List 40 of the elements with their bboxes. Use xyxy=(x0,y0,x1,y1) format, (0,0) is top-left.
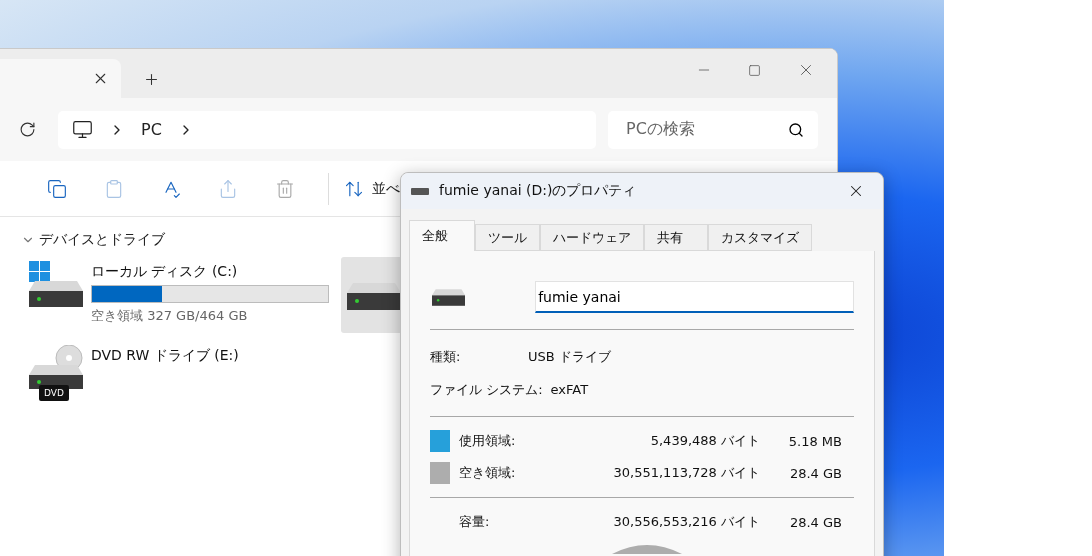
dvd-label: DVD xyxy=(43,387,65,400)
address-bar[interactable]: PC xyxy=(58,110,596,149)
byte-count: 5,439,488 バイト xyxy=(649,432,760,450)
disk-pie-drawing xyxy=(612,544,682,554)
dialog-tab[interactable]: ハードウェア xyxy=(540,224,644,251)
drive-icon xyxy=(432,288,466,306)
dialog-tab[interactable]: ツール xyxy=(475,224,540,251)
drive-tile[interactable]: DVD DVD RW ドライブ (E:) xyxy=(21,341,331,401)
dialog-tab[interactable]: 全般 xyxy=(409,220,475,251)
size-value: 28.4 GB xyxy=(788,465,842,481)
info-label: ファイル システム: xyxy=(430,380,544,399)
system-drive-icon xyxy=(27,261,83,307)
computer-icon xyxy=(72,119,93,140)
info-value: USB ドライブ xyxy=(528,347,611,366)
sort-button[interactable]: 並べ xyxy=(344,178,400,199)
size-value: 5.18 MB xyxy=(787,433,842,449)
section-header[interactable]: デバイスとドライブ xyxy=(21,231,165,249)
dialog-title: fumie yanai (D:)のプロパティ xyxy=(439,182,638,200)
byte-count: 30,556,553,216 バイト xyxy=(612,513,760,531)
drive-name: DVD RW ドライブ (E:) xyxy=(91,347,240,365)
dialog-tab[interactable]: カスタマイズ xyxy=(708,224,812,251)
drive-tile[interactable]: ローカル ディスク (C:) 空き領域 327 GB/464 GB xyxy=(21,257,331,333)
search-icon xyxy=(788,121,804,138)
free-space-text: 空き領域 327 GB/464 GB xyxy=(91,307,249,325)
usage-label: 空き領域: xyxy=(458,464,517,482)
byte-count: 30,551,113,728 バイト xyxy=(612,464,760,482)
address-segment[interactable]: PC xyxy=(141,120,162,139)
info-value: exFAT xyxy=(550,382,589,397)
usage-label: 使用領域: xyxy=(458,432,517,450)
drive-name: ローカル ディスク (C:) xyxy=(91,263,239,281)
name-field[interactable]: fumie yanai xyxy=(535,281,854,313)
drive-icon xyxy=(411,187,429,195)
info-label: 種類: xyxy=(430,347,462,366)
drive-icon xyxy=(347,283,401,310)
usage-label: 容量: xyxy=(458,513,491,531)
dialog-tab[interactable]: 共有 xyxy=(644,224,708,251)
search-placeholder: PCの検索 xyxy=(626,119,695,140)
dvd-drive-icon xyxy=(27,345,83,401)
size-value: 28.4 GB xyxy=(788,514,842,530)
search-field[interactable]: PCの検索 xyxy=(608,110,818,149)
